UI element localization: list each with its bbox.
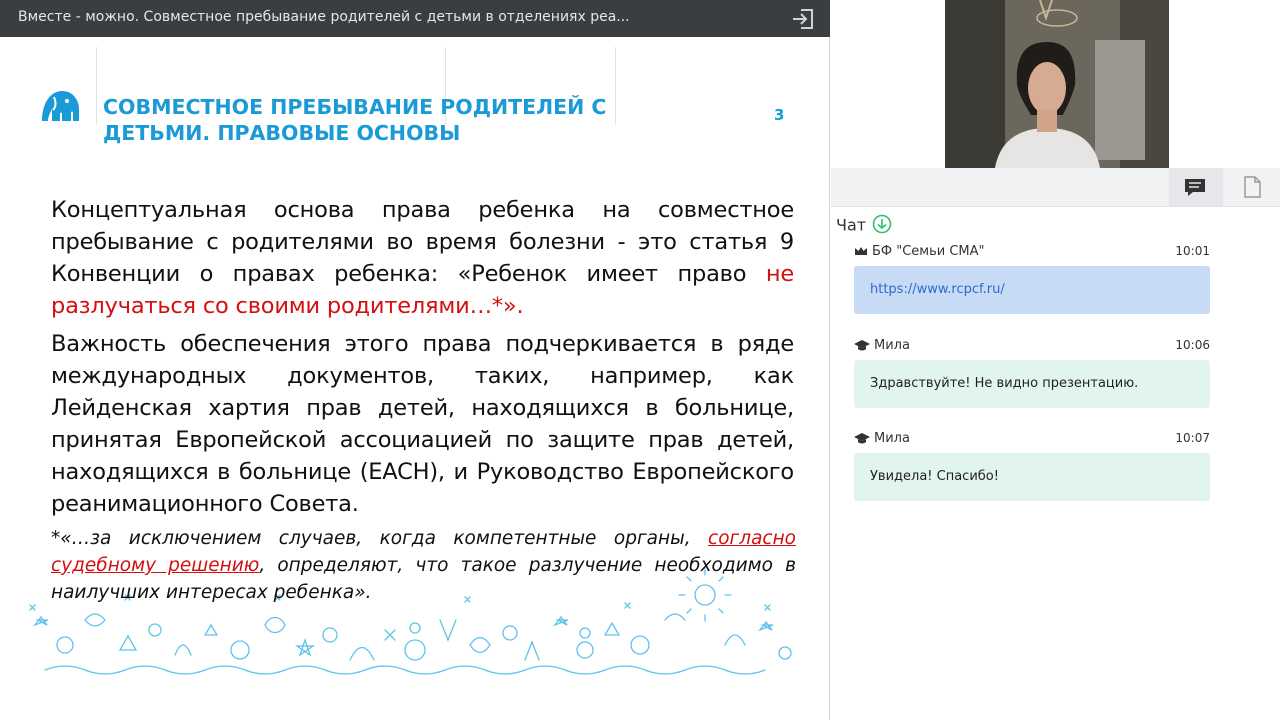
message-time: 10:07 bbox=[1175, 431, 1210, 445]
tab-chat[interactable] bbox=[1169, 168, 1223, 206]
panel-tab-bar bbox=[831, 168, 1280, 207]
author-name: Мила bbox=[874, 338, 910, 353]
side-panel: Чат БФ "Семьи СМА" 10:01 https://www.rcp… bbox=[831, 0, 1280, 720]
chat-title: Чат bbox=[836, 215, 867, 235]
graduation-cap-icon bbox=[854, 433, 870, 444]
crown-icon bbox=[855, 247, 867, 255]
slide-title: СОВМЕСТНОЕ ПРЕБЫВАНИЕ РОДИТЕЛЕЙ С ДЕТЬМИ… bbox=[103, 94, 623, 146]
slide-title-line: ДЕТЬМИ. ПРАВОВЫЕ ОСНОВЫ bbox=[103, 121, 461, 145]
slide-title-line: СОВМЕСТНОЕ ПРЕБЫВАНИЕ РОДИТЕЛЕЙ С bbox=[103, 95, 607, 119]
logout-icon[interactable] bbox=[790, 7, 816, 31]
message-author: БФ "Семьи СМА" bbox=[854, 244, 985, 259]
message-author: Мила bbox=[854, 431, 910, 446]
window-title-bar: Вместе - можно. Совместное пребывание ро… bbox=[0, 0, 830, 37]
download-icon[interactable] bbox=[872, 214, 892, 238]
message-bubble: Здравствуйте! Не видно презентацию. bbox=[854, 360, 1210, 408]
graduation-cap-icon bbox=[854, 340, 870, 351]
chat-message: Мила 10:07 Увидела! Спасибо! bbox=[854, 431, 1210, 501]
document-icon bbox=[1244, 176, 1261, 198]
message-link[interactable]: https://www.rcpcf.ru/ bbox=[870, 282, 1005, 297]
message-time: 10:01 bbox=[1175, 244, 1210, 258]
chat-header: Чат bbox=[836, 214, 892, 238]
presentation-slide: СОВМЕСТНОЕ ПРЕБЫВАНИЕ РОДИТЕЛЕЙ С ДЕТЬМИ… bbox=[0, 37, 830, 720]
paragraph-text: Концептуальная основа права ребенка на с… bbox=[51, 197, 794, 287]
chat-message: Мила 10:06 Здравствуйте! Не видно презен… bbox=[854, 338, 1210, 408]
message-bubble: https://www.rcpcf.ru/ bbox=[854, 266, 1210, 314]
author-name: Мила bbox=[874, 431, 910, 446]
footnote-text: *«…за исключением случаев, когда компете… bbox=[51, 528, 709, 549]
author-name: БФ "Семьи СМА" bbox=[872, 244, 985, 259]
slide-page-number: 3 bbox=[774, 106, 785, 124]
elephant-logo-icon bbox=[40, 87, 80, 127]
chat-icon bbox=[1185, 179, 1205, 196]
message-bubble: Увидела! Спасибо! bbox=[854, 453, 1210, 501]
slide-paragraph: Важность обеспечения этого права подчерк… bbox=[51, 331, 794, 517]
slide-footnote: *«…за исключением случаев, когда компете… bbox=[51, 525, 796, 606]
message-time: 10:06 bbox=[1175, 338, 1210, 352]
window-title: Вместе - можно. Совместное пребывание ро… bbox=[18, 9, 630, 25]
presenter-video[interactable] bbox=[945, 0, 1169, 168]
message-author: Мила bbox=[854, 338, 910, 353]
tab-files[interactable] bbox=[1225, 168, 1279, 206]
slide-paragraph: Концептуальная основа права ребенка на с… bbox=[51, 194, 794, 322]
chat-message: БФ "Семьи СМА" 10:01 https://www.rcpcf.r… bbox=[854, 244, 1210, 314]
divider bbox=[96, 47, 97, 125]
